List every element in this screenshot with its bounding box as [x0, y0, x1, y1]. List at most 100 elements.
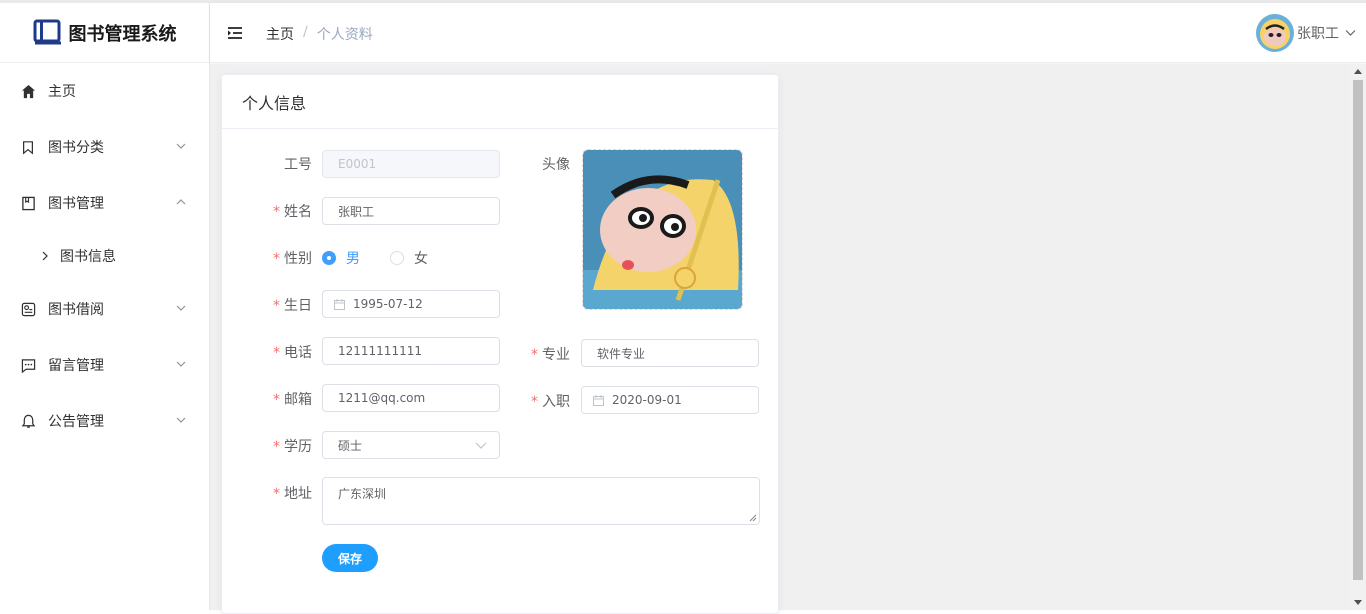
sidebar-item-book-borrow[interactable]: 图书借阅	[0, 281, 209, 337]
sidebar: 图书管理系统 主页 图书分类 图书管理 图书信息 图书借阅 留言管理 公告管理	[0, 3, 210, 610]
birthday-label-text: 生日	[284, 298, 312, 314]
chevron-down-icon	[475, 442, 487, 449]
address-label: * 地址	[222, 483, 312, 503]
major-label: * 专业	[480, 344, 570, 364]
chat-icon	[20, 357, 36, 373]
sidebar-subitem-label: 图书信息	[60, 249, 116, 265]
chevron-down-icon	[176, 305, 186, 311]
gender-radio-female[interactable]: 女	[390, 248, 428, 268]
radio-label: 女	[414, 251, 428, 267]
card-title: 个人信息	[222, 75, 778, 129]
home-icon	[20, 83, 36, 99]
chevron-down-icon	[176, 361, 186, 367]
radio-label: 男	[346, 251, 360, 267]
hire-date-value: 2020-09-01	[612, 393, 682, 407]
education-select[interactable]: 硕士	[322, 431, 500, 459]
avatar	[1256, 14, 1294, 52]
major-label-text: 专业	[542, 347, 570, 363]
address-value: 广东深圳	[338, 487, 387, 501]
required-mark: *	[273, 204, 280, 220]
required-mark: *	[273, 345, 280, 361]
top-header: 主页 / 个人资料 张职工	[210, 3, 1366, 63]
education-value: 硕士	[338, 438, 363, 453]
required-mark: *	[531, 394, 538, 410]
book-icon	[20, 195, 36, 211]
required-mark: *	[531, 347, 538, 363]
main-content: 个人信息 工号 E0001 头像 * 姓名 张职工 * 性别 男 女 * 生日 …	[210, 64, 1350, 614]
sidebar-item-label: 图书分类	[48, 140, 104, 156]
user-name: 张职工	[1297, 26, 1339, 42]
name-field[interactable]: 张职工	[322, 197, 500, 225]
user-dropdown[interactable]: 张职工	[1256, 14, 1356, 52]
bell-icon	[20, 413, 36, 429]
phone-label-text: 电话	[284, 345, 312, 361]
phone-label: * 电话	[222, 342, 312, 362]
borrow-icon	[20, 301, 36, 317]
profile-card: 个人信息 工号 E0001 头像 * 姓名 张职工 * 性别 男 女 * 生日 …	[221, 74, 779, 614]
chevron-down-icon	[176, 417, 186, 423]
id-label-text: 工号	[284, 157, 312, 173]
required-mark: *	[273, 392, 280, 408]
hire-date-label: * 入职	[480, 391, 570, 411]
bookmark-icon	[20, 139, 36, 155]
education-label: * 学历	[222, 436, 312, 456]
name-label: * 姓名	[222, 201, 312, 221]
save-button[interactable]: 保存	[322, 544, 378, 572]
gender-radio-male[interactable]: 男	[322, 248, 360, 268]
avatar-image	[583, 150, 742, 309]
chevron-up-icon	[176, 199, 186, 205]
scroll-down-arrow-icon[interactable]	[1354, 600, 1362, 605]
sidebar-item-book-category[interactable]: 图书分类	[0, 119, 209, 175]
breadcrumb-home[interactable]: 主页	[266, 24, 294, 44]
sidebar-menu: 主页 图书分类 图书管理 图书信息 图书借阅 留言管理 公告管理	[0, 63, 209, 449]
address-label-text: 地址	[284, 486, 312, 502]
avatar-upload[interactable]	[582, 149, 743, 310]
radio-dot	[322, 251, 336, 265]
email-label-text: 邮箱	[284, 392, 312, 408]
sidebar-subitem-book-info[interactable]: 图书信息	[0, 231, 209, 281]
chevron-down-icon	[176, 143, 186, 149]
phone-field[interactable]: 12111111111	[322, 337, 500, 365]
breadcrumb-separator: /	[303, 24, 308, 40]
menu-fold-icon[interactable]	[227, 25, 243, 41]
required-mark: *	[273, 251, 280, 267]
breadcrumb-current: 个人资料	[316, 27, 373, 43]
birthday-label: * 生日	[222, 295, 312, 315]
email-label: * 邮箱	[222, 389, 312, 409]
birthday-value: 1995-07-12	[353, 297, 423, 311]
sidebar-item-label: 公告管理	[48, 414, 104, 430]
sidebar-item-notice[interactable]: 公告管理	[0, 393, 209, 449]
birthday-date-picker[interactable]: 1995-07-12	[322, 290, 500, 318]
id-label: 工号	[222, 154, 312, 174]
email-field[interactable]: 1211@qq.com	[322, 384, 500, 412]
resize-handle-icon[interactable]	[749, 514, 757, 522]
education-label-text: 学历	[284, 439, 312, 455]
radio-dot	[390, 251, 404, 265]
required-mark: *	[273, 298, 280, 314]
calendar-icon	[334, 299, 345, 310]
sidebar-item-book-management[interactable]: 图书管理	[0, 175, 209, 231]
name-label-text: 姓名	[284, 204, 312, 220]
required-mark: *	[273, 439, 280, 455]
app-logo[interactable]: 图书管理系统	[0, 3, 209, 63]
book-logo-icon	[33, 19, 61, 44]
avatar-label: 头像	[480, 154, 570, 174]
page-scrollbar[interactable]	[1350, 64, 1366, 610]
sidebar-item-label: 留言管理	[48, 358, 104, 374]
app-title: 图书管理系统	[68, 23, 177, 45]
gender-label-text: 性别	[284, 251, 312, 267]
sidebar-item-home[interactable]: 主页	[0, 63, 209, 119]
gender-label: * 性别	[222, 248, 312, 268]
address-textarea[interactable]: 广东深圳	[322, 477, 760, 525]
required-mark: *	[273, 486, 280, 502]
scroll-up-arrow-icon[interactable]	[1354, 69, 1362, 74]
hire-date-label-text: 入职	[542, 394, 570, 410]
major-field[interactable]: 软件专业	[581, 339, 759, 367]
sidebar-item-label: 图书管理	[48, 196, 104, 212]
hire-date-picker[interactable]: 2020-09-01	[581, 386, 759, 414]
sidebar-item-message[interactable]: 留言管理	[0, 337, 209, 393]
calendar-icon	[593, 395, 604, 406]
avatar-label-text: 头像	[542, 157, 570, 173]
chevron-right-icon	[42, 251, 48, 261]
scrollbar-thumb[interactable]	[1353, 80, 1363, 580]
